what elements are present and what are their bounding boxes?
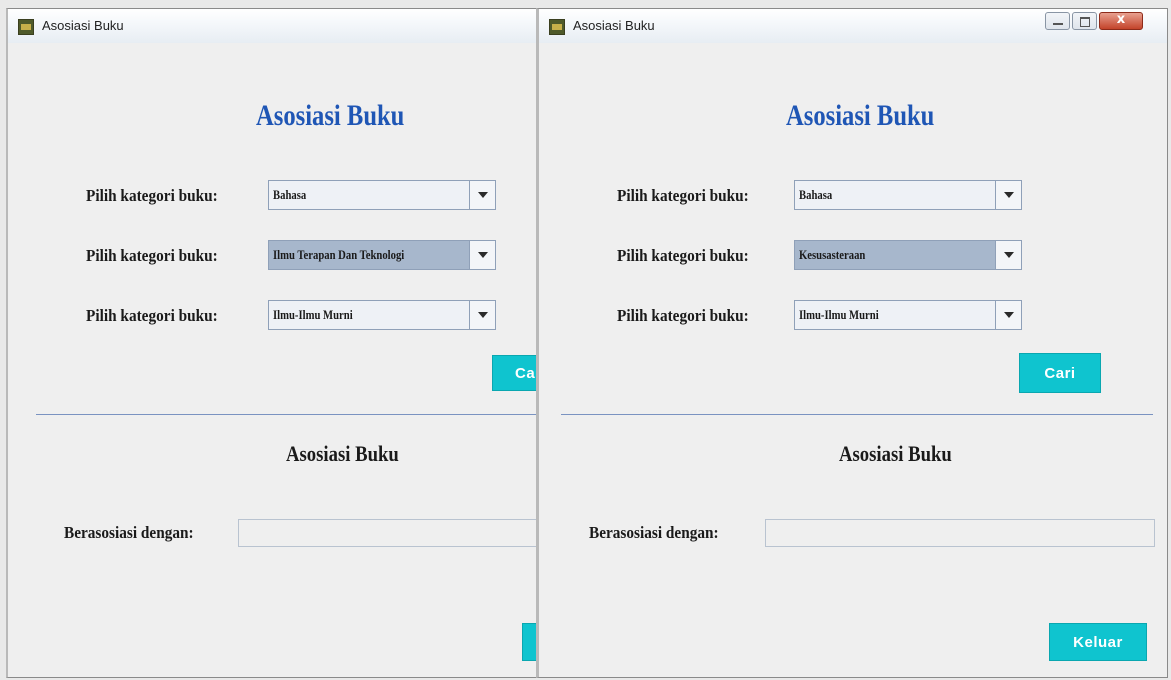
keluar-button[interactable]: Keluar <box>1049 623 1147 661</box>
window-content: Asosiasi Buku Pilih kategori buku: Bahas… <box>539 43 1167 677</box>
app-icon <box>549 19 565 35</box>
chevron-down-icon[interactable] <box>995 241 1021 269</box>
maximize-icon[interactable] <box>1072 12 1097 30</box>
chevron-down-icon[interactable] <box>469 181 495 209</box>
cari-button-label: Ca <box>515 364 536 382</box>
category-combobox-1[interactable]: Bahasa <box>794 180 1022 210</box>
title-bar[interactable]: Asosiasi Buku <box>8 9 543 43</box>
combobox-value: Ilmu-Ilmu Murni <box>273 307 353 322</box>
chevron-down-icon[interactable] <box>469 301 495 329</box>
result-heading: Asosiasi Buku <box>839 441 952 466</box>
close-icon[interactable]: x <box>1099 12 1143 30</box>
combobox-value: Kesusasteraan <box>799 247 866 262</box>
window-asosiasi-buku-front: Asosiasi Buku x Asosiasi Buku Pilih kate… <box>536 8 1168 678</box>
title-bar[interactable]: Asosiasi Buku x <box>539 9 1167 43</box>
category-combobox-1[interactable]: Bahasa <box>268 180 496 210</box>
divider <box>561 414 1153 415</box>
keluar-button-label: Keluar <box>1073 633 1123 651</box>
category-label-1: Pilih kategori buku: <box>617 186 749 205</box>
combobox-value: Ilmu-Ilmu Murni <box>799 307 879 322</box>
result-field[interactable] <box>765 519 1155 547</box>
chevron-down-icon[interactable] <box>469 241 495 269</box>
result-label: Berasosiasi dengan: <box>589 523 719 542</box>
page-title: Asosiasi Buku <box>786 99 935 132</box>
combobox-value: Ilmu Terapan Dan Teknologi <box>273 247 405 262</box>
window-content: Asosiasi Buku Pilih kategori buku: Bahas… <box>8 43 543 677</box>
combobox-value: Bahasa <box>799 187 833 202</box>
category-label-1: Pilih kategori buku: <box>86 186 218 205</box>
category-combobox-3[interactable]: Ilmu-Ilmu Murni <box>268 300 496 330</box>
category-label-3: Pilih kategori buku: <box>617 306 749 325</box>
app-icon <box>18 19 34 35</box>
category-label-2: Pilih kategori buku: <box>617 246 749 265</box>
category-combobox-2[interactable]: Kesusasteraan <box>794 240 1022 270</box>
combobox-value: Bahasa <box>273 187 307 202</box>
result-field[interactable] <box>238 519 543 547</box>
window-title: Asosiasi Buku <box>42 18 124 33</box>
chevron-down-icon[interactable] <box>995 181 1021 209</box>
result-label: Berasosiasi dengan: <box>64 523 194 542</box>
chevron-down-icon[interactable] <box>995 301 1021 329</box>
minimize-icon[interactable] <box>1045 12 1070 30</box>
divider <box>36 414 543 415</box>
result-heading: Asosiasi Buku <box>286 441 399 466</box>
category-label-2: Pilih kategori buku: <box>86 246 218 265</box>
cari-button[interactable]: Cari <box>1019 353 1101 393</box>
page-title: Asosiasi Buku <box>256 99 405 132</box>
category-combobox-2[interactable]: Ilmu Terapan Dan Teknologi <box>268 240 496 270</box>
window-title: Asosiasi Buku <box>573 18 655 33</box>
category-label-3: Pilih kategori buku: <box>86 306 218 325</box>
cari-button-label: Cari <box>1044 364 1076 382</box>
window-asosiasi-buku-back: Asosiasi Buku Asosiasi Buku Pilih katego… <box>6 8 544 678</box>
category-combobox-3[interactable]: Ilmu-Ilmu Murni <box>794 300 1022 330</box>
close-glyph: x <box>1116 12 1126 27</box>
